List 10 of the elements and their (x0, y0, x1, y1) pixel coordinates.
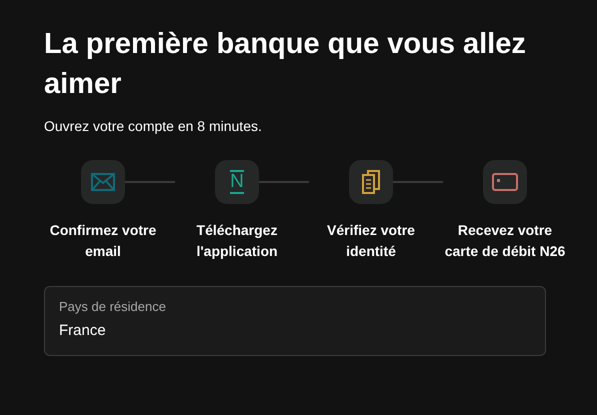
documents-icon (360, 169, 382, 195)
step-label: Recevez votre carte de débit N26 (444, 221, 566, 261)
envelope-icon (91, 173, 115, 191)
page-title: La première banque que vous allez aimer (44, 27, 527, 102)
step-label: Téléchargez l'application (195, 221, 279, 261)
subtitle: Ouvrez votre compte en 8 minutes. (44, 118, 263, 134)
step-label: Vérifiez votre identité (326, 221, 416, 261)
card-icon (492, 173, 518, 191)
step-label: Confirmez votre email (48, 221, 158, 261)
country-field[interactable]: Pays de résidence France (44, 286, 546, 356)
